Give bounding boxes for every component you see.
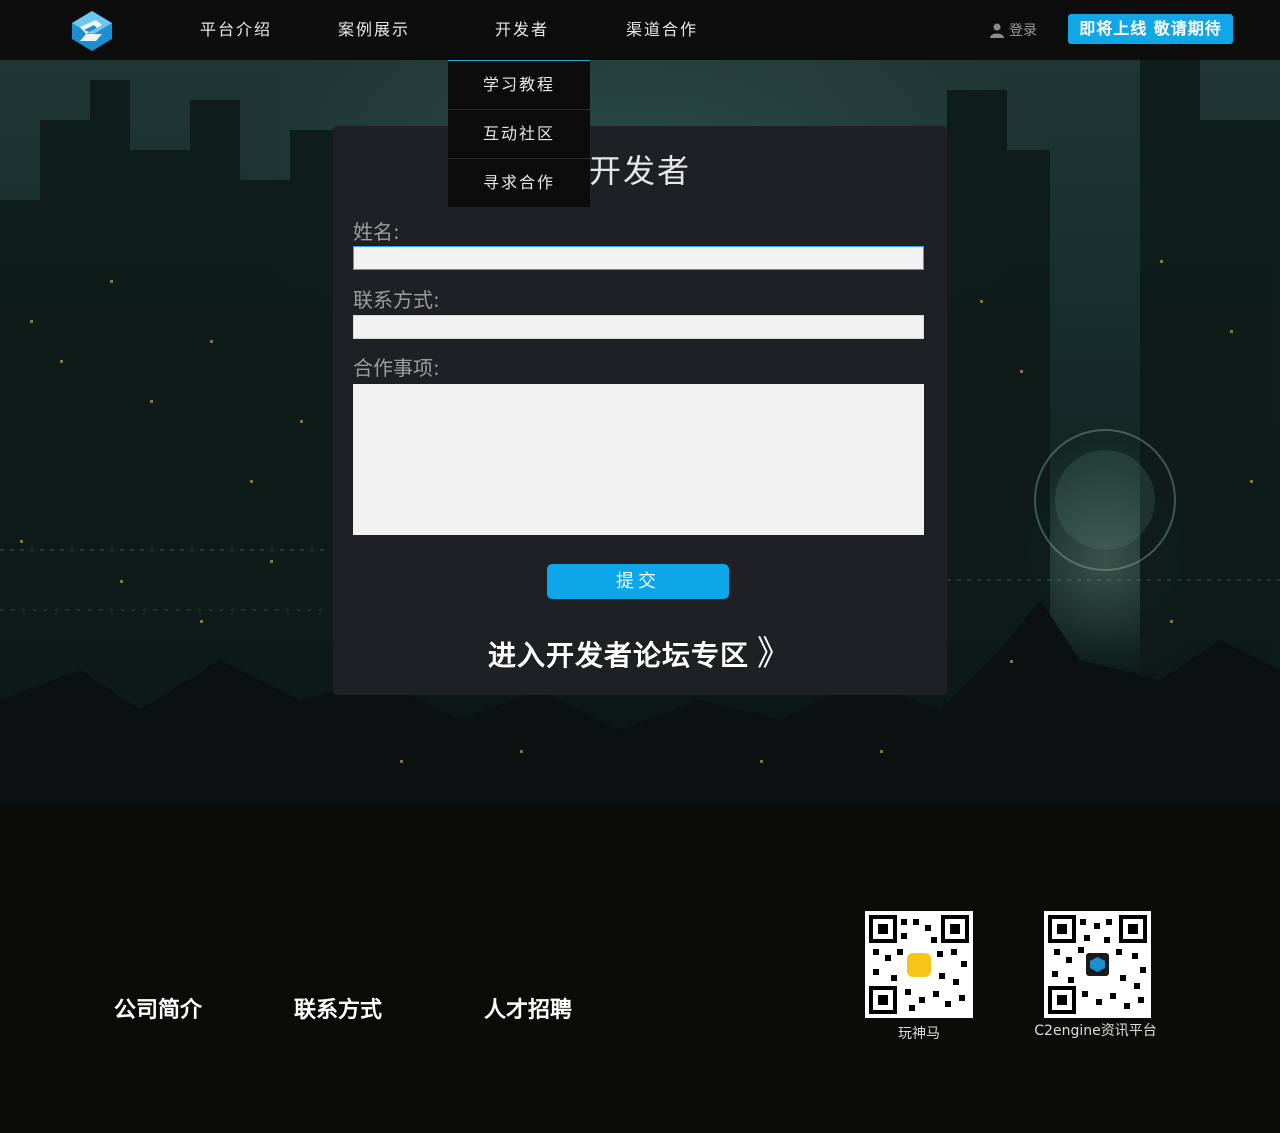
top-navbar: 平台介绍 案例展示 开发者 渠道合作 登录 即将上线 敬请期待 (0, 0, 1280, 60)
dropdown-item-tutorials[interactable]: 学习教程 (448, 61, 590, 110)
forum-link-label: 进入开发者论坛专区 (487, 639, 749, 672)
footer: 公司简介 联系方式 人才招聘 玩神马 C2engine资讯平台 (0, 805, 1280, 1133)
dropdown-item-community[interactable]: 互动社区 (448, 110, 590, 159)
login-link[interactable]: 登录 (990, 19, 1037, 41)
matter-textarea[interactable] (353, 384, 924, 535)
nav-channel-partner[interactable]: 渠道合作 (626, 0, 698, 60)
qr-label-c2engine: C2engine资讯平台 (1034, 1023, 1157, 1039)
footer-link-company[interactable]: 公司简介 (114, 992, 202, 1024)
login-label: 登录 (1009, 23, 1037, 39)
developer-dropdown: 学习教程 互动社区 寻求合作 (448, 60, 590, 207)
name-input[interactable] (353, 246, 924, 270)
developer-form-panel: 开发者 姓名: 联系方式: 合作事项: 提交 进入开发者论坛专区》 (333, 126, 947, 695)
qr-code-c2engine (1044, 911, 1151, 1018)
matter-label: 合作事项: (353, 356, 440, 380)
footer-link-careers[interactable]: 人才招聘 (484, 992, 572, 1024)
submit-button[interactable]: 提交 (547, 564, 729, 599)
name-label: 姓名: (353, 220, 400, 244)
brand-logo[interactable] (70, 10, 114, 52)
dropdown-item-cooperation[interactable]: 寻求合作 (448, 159, 590, 208)
coming-soon-button[interactable]: 即将上线 敬请期待 (1068, 14, 1233, 44)
footer-link-contact[interactable]: 联系方式 (294, 992, 382, 1024)
contact-label: 联系方式: (353, 288, 440, 312)
contact-input[interactable] (353, 315, 924, 339)
double-chevron-right-icon: 》 (757, 634, 792, 674)
nav-platform-intro[interactable]: 平台介绍 (200, 0, 272, 60)
form-title: 开发者 (588, 152, 691, 190)
user-icon (990, 23, 1004, 38)
nav-case-showcase[interactable]: 案例展示 (338, 0, 410, 60)
nav-developer[interactable]: 开发者 (495, 0, 549, 60)
forum-link[interactable]: 进入开发者论坛专区》 (333, 626, 947, 675)
qr-code-wanshenma (865, 911, 973, 1018)
qr-label-wanshenma: 玩神马 (898, 1026, 940, 1042)
